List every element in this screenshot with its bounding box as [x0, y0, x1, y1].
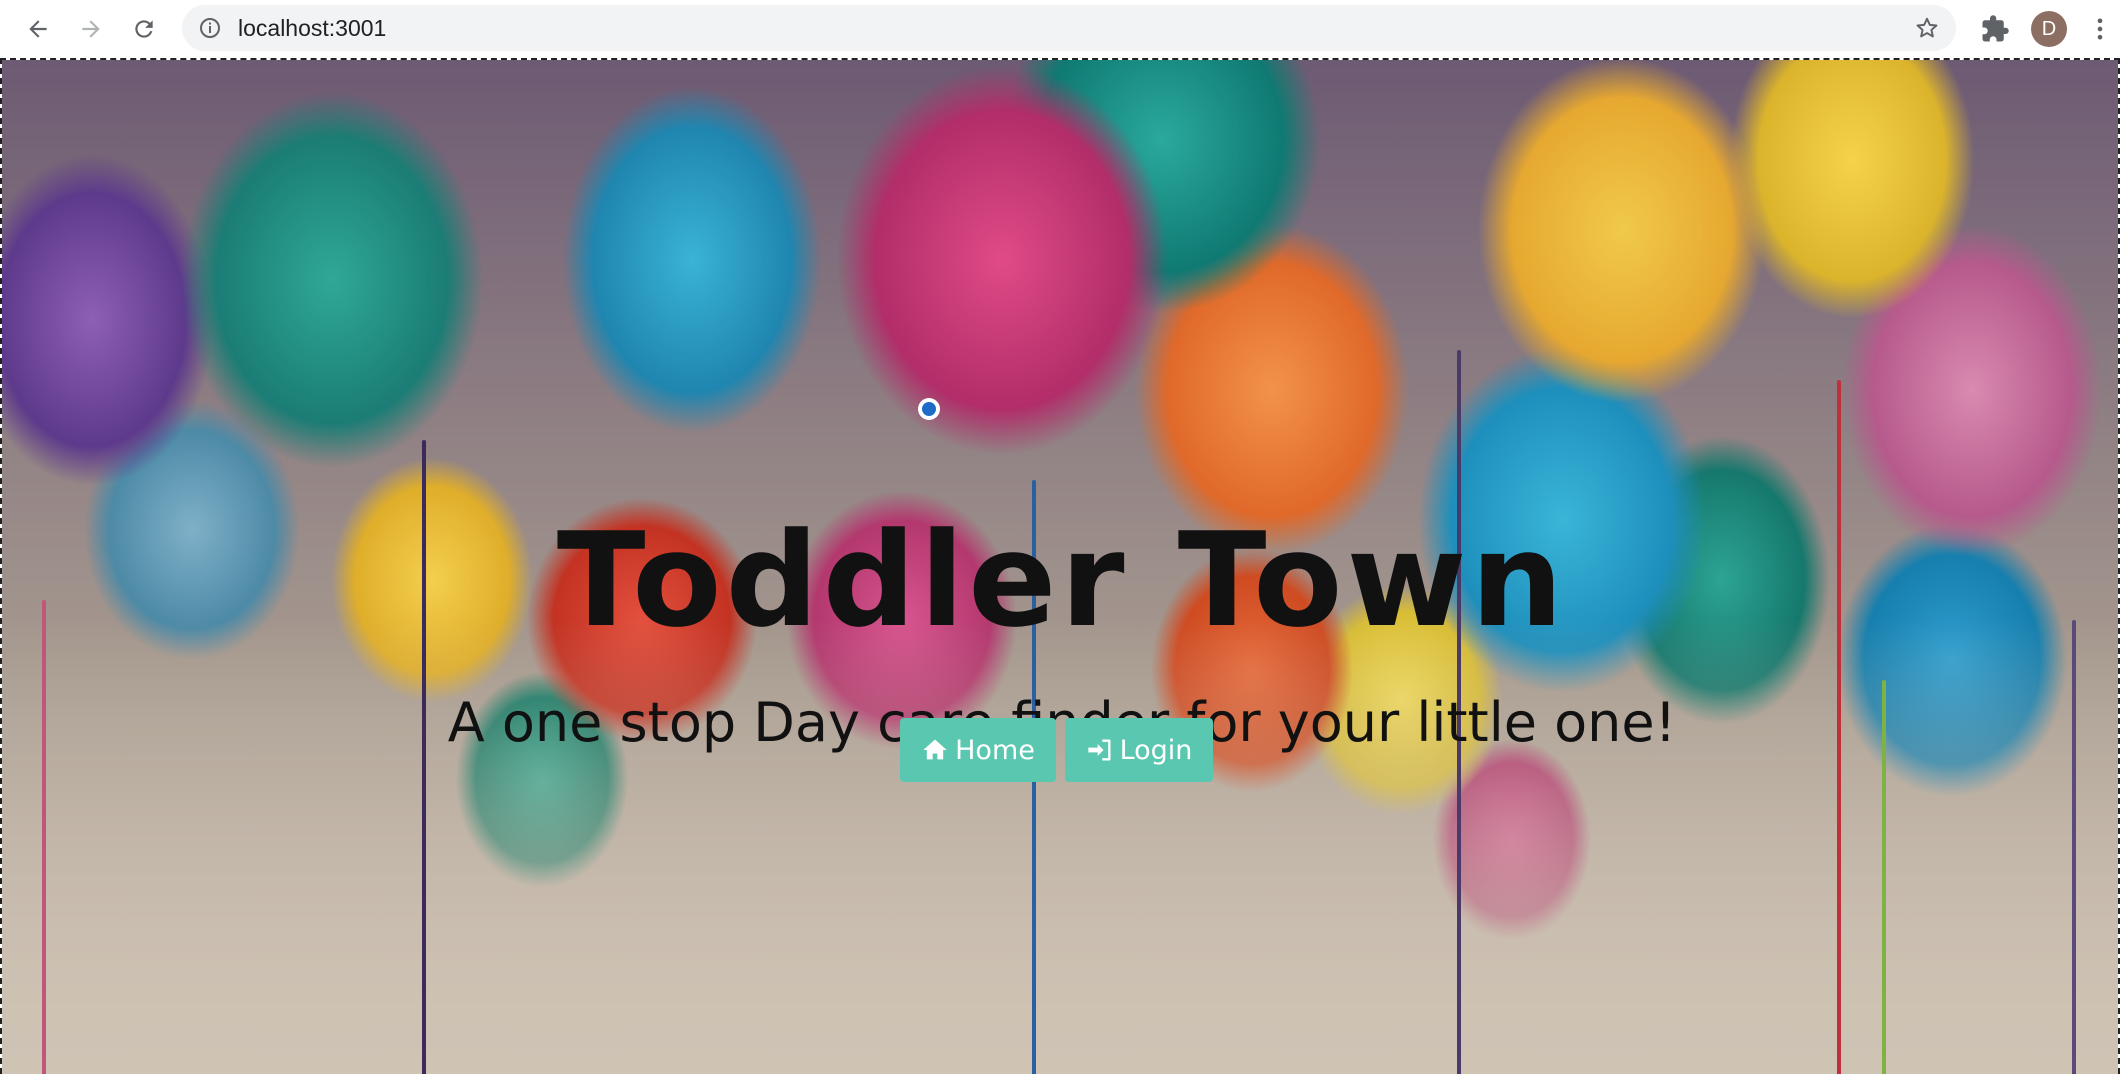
- reload-button[interactable]: [126, 11, 162, 47]
- page-title: Toddler Town: [556, 504, 1568, 656]
- avatar-initial: D: [2041, 17, 2057, 40]
- more-vert-icon[interactable]: [2086, 12, 2114, 46]
- star-icon[interactable]: [1914, 15, 1940, 41]
- address-bar[interactable]: localhost:3001: [182, 5, 1956, 51]
- url-text[interactable]: localhost:3001: [238, 5, 386, 51]
- home-icon: [923, 739, 947, 760]
- home-button[interactable]: Home: [900, 718, 1056, 782]
- info-icon[interactable]: [198, 16, 222, 40]
- page-subtitle: A one stop Day care finder for your litt…: [447, 691, 1677, 754]
- back-button[interactable]: [20, 11, 56, 47]
- reload-icon: [135, 20, 153, 38]
- avatar[interactable]: D: [2031, 11, 2067, 47]
- back-arrow-icon: [29, 20, 47, 38]
- puzzle-icon[interactable]: [1980, 14, 2010, 44]
- browser-toolbar: localhost:3001 D: [0, 0, 2120, 58]
- login-button-label: Login: [1119, 734, 1193, 766]
- page-viewport: Toddler Town A one stop Day care finder …: [0, 58, 2120, 1074]
- sign-in-icon: [1087, 739, 1111, 761]
- login-button[interactable]: Login: [1065, 718, 1213, 782]
- balloon-string: [42, 600, 46, 1074]
- forward-arrow-icon: [82, 20, 100, 38]
- cursor-indicator: [918, 398, 940, 420]
- home-button-label: Home: [955, 734, 1035, 766]
- forward-button[interactable]: [73, 11, 109, 47]
